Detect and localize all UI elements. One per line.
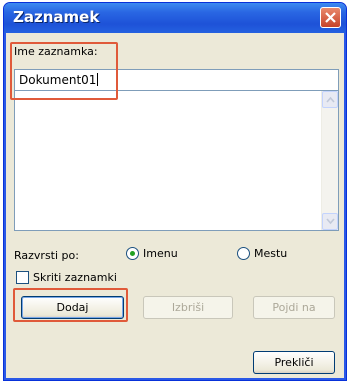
delete-button-label: Izbriši	[171, 301, 205, 314]
radio-unselected-indicator[interactable]	[237, 247, 250, 260]
sort-by-label: Razvrsti po:	[14, 249, 79, 262]
title-bar: Zaznamek	[4, 3, 346, 33]
sort-by-location-label: Mestu	[254, 247, 288, 260]
cancel-button-label: Prekliči	[274, 356, 314, 369]
close-button[interactable]	[320, 7, 341, 28]
radio-selected-indicator[interactable]	[126, 247, 139, 260]
scroll-down-arrow-icon	[326, 218, 335, 225]
goto-button[interactable]: Pojdi na	[253, 296, 335, 319]
checkbox-box[interactable]	[16, 271, 29, 284]
add-button-highlight	[13, 288, 128, 322]
name-field-highlight	[10, 42, 118, 100]
sort-by-name-label: Imenu	[143, 247, 178, 260]
sort-by-location-radio[interactable]: Mestu	[237, 247, 287, 260]
hidden-bookmarks-checkbox[interactable]: Skriti zaznamki	[16, 271, 117, 284]
close-icon	[325, 12, 336, 23]
window-title: Zaznamek	[13, 8, 100, 26]
list-scrollbar[interactable]	[321, 91, 338, 230]
scroll-up-button[interactable]	[322, 91, 338, 108]
cancel-button[interactable]: Prekliči	[253, 351, 335, 374]
scroll-up-arrow-icon	[326, 96, 335, 103]
bookmark-list[interactable]	[14, 91, 339, 231]
hidden-bookmarks-label: Skriti zaznamki	[33, 271, 117, 284]
delete-button[interactable]: Izbriši	[143, 296, 233, 319]
sort-by-name-radio[interactable]: Imenu	[126, 247, 178, 260]
goto-button-label: Pojdi na	[272, 301, 316, 314]
scroll-down-button[interactable]	[322, 213, 338, 230]
